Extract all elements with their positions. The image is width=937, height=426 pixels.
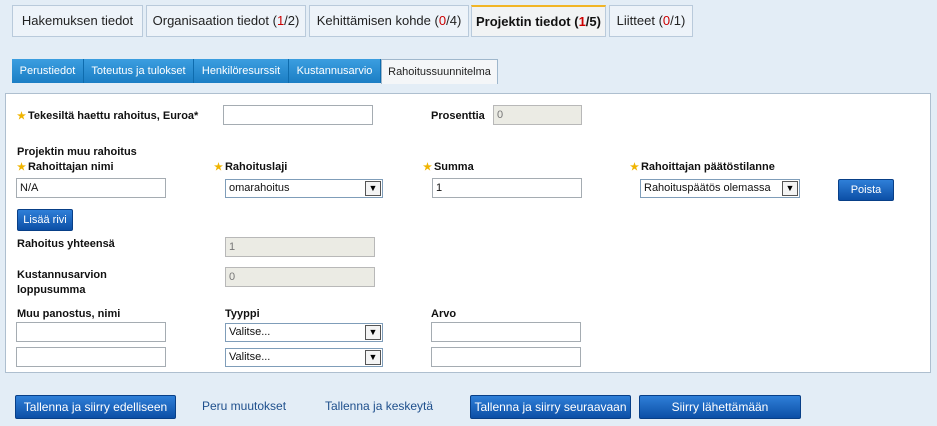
budget-total-label-line2: loppusumma (17, 284, 86, 296)
chevron-down-icon: ▼ (365, 325, 381, 340)
tab-label: Hakemuksen tiedot (21, 13, 134, 28)
sum-header: ★ Summa (423, 161, 474, 173)
tab-projektin-tiedot[interactable]: Projektin tiedot (1/5) (471, 5, 606, 37)
funding-type-select-value: omarahoitus (229, 182, 290, 194)
funding-type-select[interactable]: omarahoitus ▼ (225, 179, 383, 198)
total-funding-label: Rahoitus yhteensä (17, 238, 115, 250)
tab-label: Projektin tiedot (475, 14, 571, 29)
required-star-icon: ★ (17, 111, 26, 122)
required-star-icon: ★ (214, 162, 223, 173)
subtab-toteutus-ja-tulokset[interactable]: Toteutus ja tulokset (84, 59, 194, 83)
other-value-input[interactable] (431, 322, 581, 342)
funding-type-header-text: Rahoituslaji (224, 161, 288, 173)
funder-name-input[interactable] (16, 178, 166, 198)
other-type-select-value: Valitse... (229, 351, 271, 363)
tekes-funding-input[interactable] (223, 105, 373, 125)
tab-total: 2 (287, 13, 296, 28)
sum-input[interactable] (432, 178, 582, 198)
decision-status-header: ★ Rahoittajan päätöstilanne (630, 161, 775, 173)
chevron-down-icon: ▼ (782, 181, 798, 196)
total-funding-input (225, 237, 375, 257)
decision-status-select-value: Rahoituspäätös olemassa (644, 182, 771, 194)
save-and-next-button[interactable]: Tallenna ja siirry seuraavaan (470, 395, 631, 419)
tekes-funding-label-text: Tekesiltä haettu rahoitus, Euroa* (27, 110, 199, 122)
funder-name-header: ★ Rahoittajan nimi (17, 161, 114, 173)
required-star-icon: ★ (423, 162, 432, 173)
decision-status-select[interactable]: Rahoituspäätös olemassa ▼ (640, 179, 800, 198)
cancel-changes-link[interactable]: Peru muutokset (202, 399, 286, 413)
tab-count: 1 (276, 13, 285, 28)
tekes-funding-label: ★ Tekesiltä haettu rahoitus, Euroa* (17, 110, 198, 122)
tab-label: Liitteet (616, 13, 655, 28)
sum-header-text: Summa (433, 161, 474, 173)
form-panel: ★ Tekesiltä haettu rahoitus, Euroa* Prose… (5, 93, 931, 373)
subtab-kustannusarvio[interactable]: Kustannusarvio (289, 59, 381, 83)
other-name-input[interactable] (16, 347, 166, 367)
other-contribution-header: Muu panostus, nimi (17, 308, 121, 320)
chevron-down-icon: ▼ (365, 350, 381, 365)
decision-status-header-text: Rahoittajan päätöstilanne (640, 161, 775, 173)
chevron-down-icon: ▼ (365, 181, 381, 196)
subtab-perustiedot[interactable]: Perustiedot (12, 59, 84, 83)
go-to-send-button[interactable]: Siirry lähettämään (639, 395, 801, 419)
budget-total-input (225, 267, 375, 287)
tab-count: 0 (662, 13, 671, 28)
save-and-stop-link[interactable]: Tallenna ja keskeytä (325, 399, 433, 413)
other-value-header: Arvo (431, 308, 457, 320)
other-type-select[interactable]: Valitse... ▼ (225, 323, 383, 342)
tab-label: Organisaation tiedot (152, 13, 269, 28)
tab-label: Kehittämisen kohde (316, 13, 431, 28)
percent-label: Prosenttia (431, 110, 485, 122)
add-row-button[interactable]: Lisää rivi (17, 209, 73, 231)
subtab-rahoitussuunnitelma[interactable]: Rahoitussuunnitelma (381, 59, 498, 84)
tab-count: 0 (438, 13, 447, 28)
other-funding-title: Projektin muu rahoitus (17, 146, 137, 158)
funding-type-header: ★ Rahoituslaji (214, 161, 287, 173)
budget-total-label: Kustannusarvion loppusumma (17, 268, 107, 298)
tab-total: 1 (673, 13, 681, 28)
other-type-header: Tyyppi (225, 308, 260, 320)
tab-hakemuksen-tiedot[interactable]: Hakemuksen tiedot (12, 5, 143, 37)
other-type-select-value: Valitse... (229, 326, 271, 338)
tab-liitteet[interactable]: Liitteet (0/1) (609, 5, 693, 37)
budget-total-label-line1: Kustannusarvion (17, 269, 107, 281)
funder-name-header-text: Rahoittajan nimi (27, 161, 114, 173)
percent-input (493, 105, 582, 125)
required-star-icon: ★ (17, 162, 26, 173)
other-type-select[interactable]: Valitse... ▼ (225, 348, 383, 367)
subtab-henkiloresurssit[interactable]: Henkilöresurssit (194, 59, 289, 83)
tab-kehittamisen-kohde[interactable]: Kehittämisen kohde (0/4) (309, 5, 469, 37)
tab-total: 5 (589, 14, 597, 29)
tab-organisaation-tiedot[interactable]: Organisaation tiedot (1/2) (146, 5, 306, 37)
save-and-previous-button[interactable]: Tallenna ja siirry edelliseen (15, 395, 176, 419)
tab-total: 4 (449, 13, 457, 28)
other-name-input[interactable] (16, 322, 166, 342)
tab-count: 1 (578, 14, 586, 29)
other-value-input[interactable] (431, 347, 581, 367)
remove-row-button[interactable]: Poista (838, 179, 894, 201)
required-star-icon: ★ (630, 162, 639, 173)
